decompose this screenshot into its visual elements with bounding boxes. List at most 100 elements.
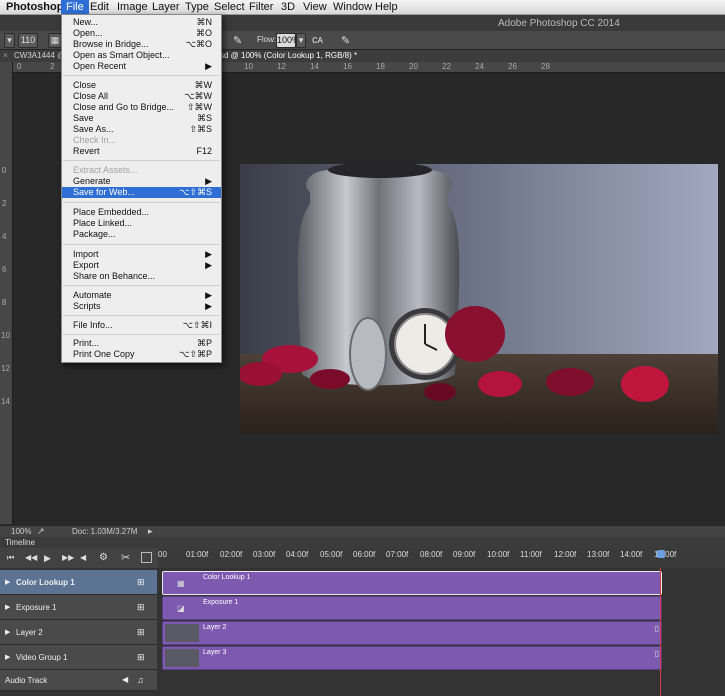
- menu-item-share-on-behance[interactable]: Share on Behance...: [62, 271, 221, 282]
- menu-separator: [63, 75, 220, 76]
- menu-item-open[interactable]: Open... ⌘O: [62, 28, 221, 39]
- photo-pocket-watch-and-jar: [240, 164, 718, 434]
- menu-item-import[interactable]: Import ▶: [62, 249, 221, 260]
- menu-item-close-all[interactable]: Close All ⌥⌘W: [62, 91, 221, 102]
- brush-panel-icon[interactable]: ▦: [48, 33, 62, 48]
- time-mark: 04:00f: [286, 550, 309, 559]
- split-scissors-icon[interactable]: ✂: [121, 551, 130, 564]
- add-audio-icon[interactable]: ♫: [137, 675, 144, 685]
- menu-item-revert[interactable]: Revert F12: [62, 146, 221, 157]
- menu-3d[interactable]: 3D: [281, 1, 295, 13]
- status-share-icon[interactable]: ↗: [37, 526, 45, 537]
- settings-gear-icon[interactable]: ⚙: [99, 552, 108, 563]
- timeline-ruler[interactable]: 00 01:00f 02:00f 03:00f 04:00f 05:00f 06…: [158, 548, 725, 568]
- menu-separator: [63, 285, 220, 286]
- doc-size[interactable]: Doc: 1.03M/3.27M: [72, 527, 137, 536]
- menu-item-place-embedded[interactable]: Place Embedded...: [62, 207, 221, 218]
- track-options-icon[interactable]: ⊞: [137, 602, 145, 613]
- close-tab-icon[interactable]: ×: [3, 51, 8, 60]
- ruler-h-label: 14: [310, 62, 319, 71]
- expand-arrow-icon[interactable]: ▶: [5, 628, 10, 636]
- menu-file[interactable]: File: [61, 0, 89, 14]
- track-header-video-group[interactable]: ▶ Video Group 1 ⊞: [0, 645, 157, 670]
- menu-item-open-recent[interactable]: Open Recent ▶: [62, 61, 221, 72]
- menu-item-open-as-smart-object[interactable]: Open as Smart Object...: [62, 50, 221, 61]
- menu-item-print-one-copy[interactable]: Print One Copy ⌥⇧⌘P: [62, 349, 221, 360]
- menu-item-print[interactable]: Print... ⌘P: [62, 338, 221, 349]
- transition-icon[interactable]: [141, 552, 152, 563]
- menu-item-close-go-bridge[interactable]: Close and Go to Bridge... ⇧⌘W: [62, 102, 221, 113]
- track-header-exposure[interactable]: ▶ Exposure 1 ⊞: [0, 595, 157, 620]
- playhead-handle[interactable]: [657, 550, 665, 558]
- track-name: Audio Track: [5, 676, 48, 685]
- clip-layer-2[interactable]: Layer 2 ▯: [162, 621, 662, 645]
- menu-edit[interactable]: Edit: [90, 1, 109, 13]
- menu-layer[interactable]: Layer: [152, 1, 180, 13]
- time-mark: 05:00f: [320, 550, 343, 559]
- menu-item-save-for-web[interactable]: Save for Web... ⌥⇧⌘S: [62, 187, 221, 198]
- expand-arrow-icon[interactable]: ▶: [5, 603, 10, 611]
- track-header-layer-2[interactable]: ▶ Layer 2 ⊞: [0, 620, 157, 645]
- track-header-audio[interactable]: Audio Track ◀ ♫: [0, 670, 157, 691]
- track-options-icon[interactable]: ⊞: [137, 627, 145, 638]
- clip-thumbnail: [165, 649, 199, 667]
- menu-filter[interactable]: Filter: [249, 1, 273, 13]
- menu-select[interactable]: Select: [214, 1, 245, 13]
- menu-item-save-as[interactable]: Save As... ⇧⌘S: [62, 124, 221, 135]
- menu-item-close[interactable]: Close ⌘W: [62, 80, 221, 91]
- menu-item-export[interactable]: Export ▶: [62, 260, 221, 271]
- document-photo[interactable]: [240, 164, 718, 434]
- clip-label: Exposure 1: [203, 599, 239, 606]
- clip-exposure[interactable]: ◪ Exposure 1: [162, 596, 662, 620]
- track-header-color-lookup[interactable]: ▶ Color Lookup 1 ⊞: [0, 570, 157, 595]
- mute-audio-icon[interactable]: ◀: [122, 675, 128, 684]
- brush-size-picker[interactable]: 110: [18, 33, 38, 48]
- doc-tab-inactive[interactable]: CW3A1444 @: [14, 51, 65, 60]
- menu-item-browse-in-bridge[interactable]: Browse in Bridge... ⌥⌘O: [62, 39, 221, 50]
- menu-item-file-info[interactable]: File Info... ⌥⇧⌘I: [62, 320, 221, 331]
- menu-type[interactable]: Type: [185, 1, 209, 13]
- menu-item-scripts[interactable]: Scripts ▶: [62, 301, 221, 312]
- menu-window[interactable]: Window: [333, 1, 372, 13]
- menu-image[interactable]: Image: [117, 1, 148, 13]
- play-icon[interactable]: ▶: [44, 553, 51, 564]
- menu-app-photoshop[interactable]: Photoshop: [6, 1, 63, 13]
- ruler-v-label: 6: [2, 265, 7, 274]
- previous-frame-icon[interactable]: ◀◀: [25, 553, 37, 562]
- timeline-title[interactable]: Timeline: [5, 538, 35, 547]
- ruler-h-label: 12: [277, 62, 286, 71]
- menu-item-package[interactable]: Package...: [62, 229, 221, 240]
- pressure-size-icon[interactable]: ✎: [341, 34, 350, 47]
- status-menu-icon[interactable]: ▸: [148, 526, 153, 537]
- airbrush-icon[interactable]: ᴄᴀ: [312, 34, 323, 46]
- menu-item-automate[interactable]: Automate ▶: [62, 290, 221, 301]
- pressure-opacity-icon[interactable]: ✎: [233, 34, 242, 47]
- track-name: Video Group 1: [16, 653, 68, 662]
- clip-end-icon[interactable]: ▯: [655, 624, 659, 633]
- zoom-level[interactable]: 100%: [11, 527, 31, 536]
- menu-separator: [63, 202, 220, 203]
- menu-separator: [63, 334, 220, 335]
- expand-arrow-icon[interactable]: ▶: [5, 653, 10, 661]
- first-frame-icon[interactable]: ⏮: [7, 553, 14, 563]
- flow-dropdown-icon[interactable]: ▾: [296, 33, 306, 48]
- menu-item-new[interactable]: New... ⌘N: [62, 17, 221, 28]
- menu-item-save[interactable]: Save ⌘S: [62, 113, 221, 124]
- clip-layer-3[interactable]: Layer 3 ▯: [162, 646, 662, 670]
- clip-color-lookup[interactable]: ▦ Color Lookup 1: [162, 571, 662, 595]
- menu-view[interactable]: View: [303, 1, 327, 13]
- tool-preset-icon[interactable]: ▾: [4, 33, 15, 48]
- audio-toggle-icon[interactable]: ◀: [80, 553, 86, 562]
- expand-arrow-icon[interactable]: ▶: [5, 578, 10, 586]
- menu-item-place-linked[interactable]: Place Linked...: [62, 218, 221, 229]
- menu-item-generate[interactable]: Generate ▶: [62, 176, 221, 187]
- next-frame-icon[interactable]: ▶▶: [62, 553, 74, 562]
- menu-help[interactable]: Help: [375, 1, 398, 13]
- track-options-icon[interactable]: ⊞: [137, 652, 145, 663]
- clip-label: Color Lookup 1: [203, 574, 251, 581]
- time-mark: 01:00f: [186, 550, 209, 559]
- track-options-icon[interactable]: ⊞: [137, 577, 145, 588]
- flow-input[interactable]: 100%: [276, 33, 300, 48]
- doc-tab-active[interactable]: sd @ 100% (Color Lookup 1, RGB/8) *: [220, 51, 357, 60]
- clip-end-icon[interactable]: ▯: [655, 649, 659, 658]
